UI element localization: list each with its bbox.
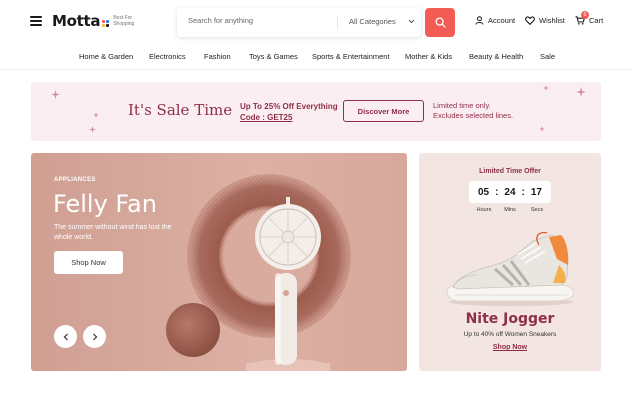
nav-item-electronics[interactable]: Electronics [149,52,186,61]
timer-hours: 05 [477,186,490,198]
offer-subtitle: Up to 40% off Women Sneakers [463,331,557,338]
limited-offer-card: Limited Time Offer 05 : 24 : 17 Hours Mi… [419,153,601,371]
chevron-down-icon [408,19,415,24]
slider-next-button[interactable] [83,325,106,348]
promo-note-line: Excludes selected lines. [433,111,514,120]
wishlist-link[interactable]: Wishlist [525,16,565,25]
sparkle-icon [93,112,99,118]
cart-link[interactable]: 0 Cart [575,11,604,25]
promo-offer-line: Up To 25% Off Everything [240,102,338,111]
timer-secs-label: Secs [530,207,544,213]
search-button[interactable] [425,8,455,37]
hero-title: Felly Fan [53,190,157,218]
slider-prev-button[interactable] [54,325,77,348]
chevron-left-icon [63,333,68,340]
timer-hours-label: Hours [476,207,492,213]
promo-note: Limited time only. Excludes selected lin… [433,101,513,121]
timer-separator: : [495,186,499,198]
sparkle-icon [543,85,549,91]
account-label: Account [488,16,516,25]
cart-label: Cart [589,16,604,25]
sparkle-icon [89,126,96,133]
nav-item-toys-games[interactable]: Toys & Games [249,52,298,61]
nav-item-mother-kids[interactable]: Mother & Kids [405,52,452,61]
promo-code: Code : GET25 [240,113,293,122]
hero-shop-now-button[interactable]: Shop Now [54,251,123,274]
promo-title: It's Sale Time [128,101,233,119]
nav-item-fashion[interactable]: Fashion [204,52,231,61]
hero-eyebrow: APPLIANCES [54,177,96,183]
promo-banner: It's Sale Time Up To 25% Off Everything … [31,82,601,141]
hero-subtitle: The summer without wind has lost the who… [54,224,172,241]
search-icon [434,17,446,28]
nav-item-sale[interactable]: Sale [540,52,555,61]
cart-count-badge: 0 [581,11,589,19]
logo-tagline: Best For Shopping [113,15,135,27]
sparkle-icon [539,126,545,132]
logo[interactable]: Motta Best For Shopping [52,12,143,30]
offer-label: Limited Time Offer [479,168,541,175]
promo-note-line: Limited time only. [433,101,491,110]
search-bar: All Categories [177,8,421,37]
timer-mins-label: Mins [504,207,516,213]
offer-title: Nite Jogger [465,311,555,327]
heart-icon [525,16,535,25]
offer-shop-now-link[interactable]: Shop Now [419,344,601,351]
site-header: Motta Best For Shopping All Categories A… [0,0,632,44]
discover-more-button[interactable]: Discover More [343,100,424,122]
wishlist-label: Wishlist [539,16,565,25]
hamburger-menu-icon[interactable] [30,16,42,26]
hero-slider: APPLIANCES Felly Fan The summer without … [31,153,407,371]
search-input[interactable] [188,16,338,25]
timer-mins: 24 [504,186,516,198]
account-link[interactable]: Account [475,16,515,25]
user-icon [475,16,484,25]
timer-separator: : [521,186,525,198]
nav-item-beauty-health[interactable]: Beauty & Health [469,52,523,61]
promo-offer: Up To 25% Off Everything Code : GET25 [240,101,338,123]
category-nav: Home & Garden Electronics Fashion Toys &… [0,44,632,70]
category-select[interactable]: All Categories [349,17,415,26]
logo-dots-icon [102,19,110,27]
sneaker-product-image [446,231,574,306]
search-divider [337,16,338,29]
sparkle-icon [576,87,586,97]
nav-item-home-garden[interactable]: Home & Garden [79,52,133,61]
countdown-timer: 05 : 24 : 17 [469,181,551,203]
logo-wordmark: Motta [52,12,101,30]
category-select-value: All Categories [349,17,396,26]
nav-item-sports-entertainment[interactable]: Sports & Entertainment [312,52,390,61]
chevron-right-icon [92,333,97,340]
timer-secs: 17 [530,186,542,198]
sparkle-icon [51,90,60,99]
